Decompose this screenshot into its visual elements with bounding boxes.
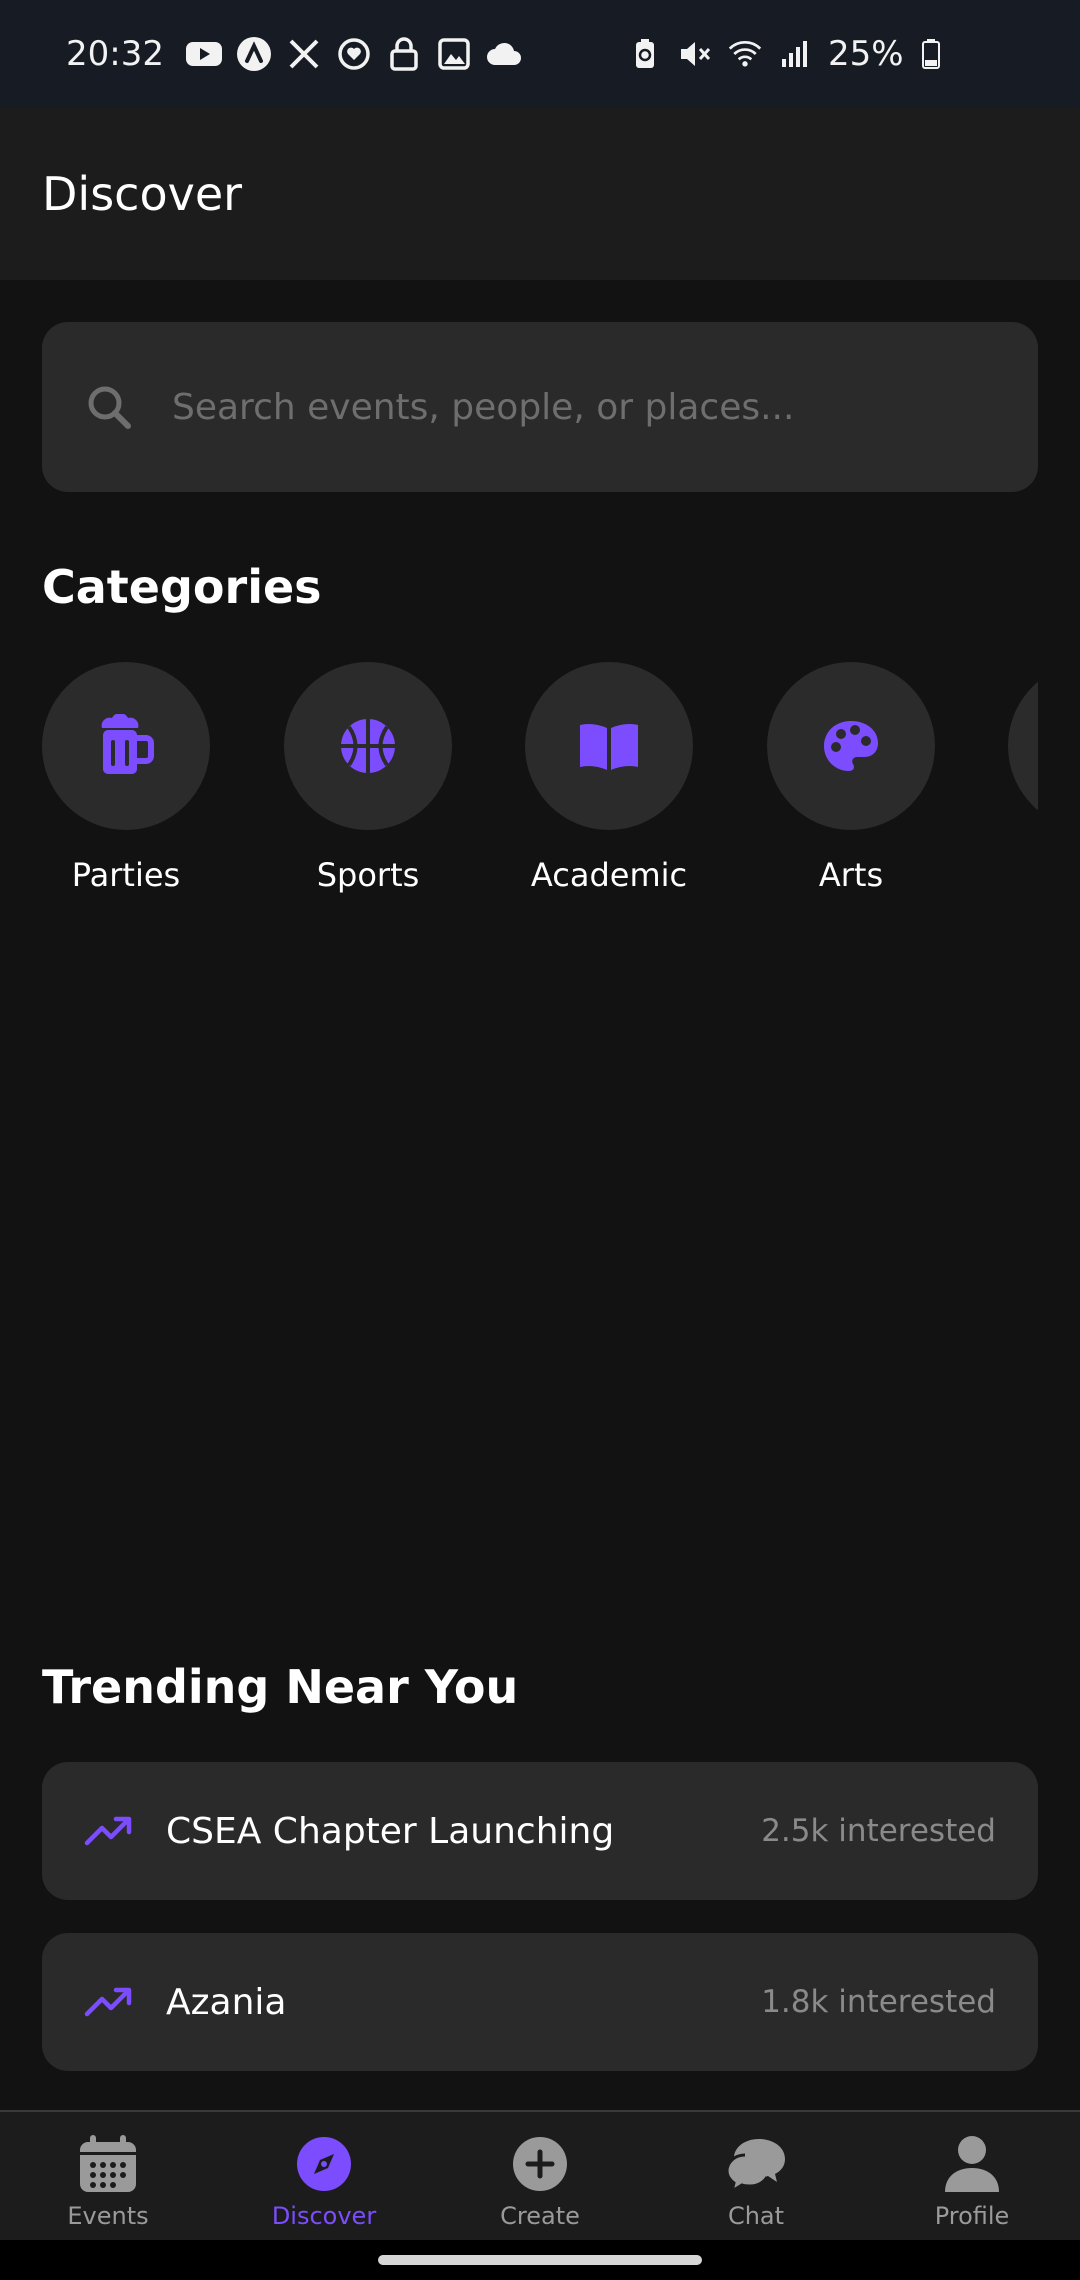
battery-icon	[920, 37, 942, 71]
status-right: 25%	[628, 34, 942, 74]
signal-icon	[778, 37, 812, 71]
status-bar: 20:32 25%	[0, 0, 1080, 108]
categories-title: Categories	[42, 560, 322, 614]
bottom-nav: Events Discover Create Chat Profile	[0, 2110, 1080, 2240]
nav-create[interactable]: Create	[432, 2112, 648, 2240]
status-time: 20:32	[66, 34, 164, 74]
search-bar[interactable]	[42, 322, 1038, 492]
calendar-icon	[76, 2132, 140, 2196]
category-label: Arts	[818, 856, 884, 894]
trending-up-icon	[84, 1986, 134, 2018]
category-academic[interactable]: Academic	[525, 662, 693, 894]
home-gesture-bar[interactable]	[378, 2255, 702, 2265]
nav-label: Events	[67, 2202, 149, 2230]
app-a-icon	[236, 36, 272, 72]
category-circle	[767, 662, 935, 830]
category-label: Academic	[530, 856, 688, 894]
compass-icon	[292, 2132, 356, 2196]
battery-saver-icon	[628, 37, 662, 71]
chat-icon	[724, 2132, 788, 2196]
nav-profile[interactable]: Profile	[864, 2112, 1080, 2240]
x-icon	[286, 36, 322, 72]
trending-item[interactable]: CSEA Chapter Launching 2.5k interested	[42, 1762, 1038, 1900]
palette-icon	[822, 719, 880, 773]
wifi-icon	[728, 37, 762, 71]
lock-icon	[386, 36, 422, 72]
beer-mug-icon	[98, 714, 154, 778]
category-circle	[284, 662, 452, 830]
search-icon	[86, 384, 132, 430]
nav-events[interactable]: Events	[0, 2112, 216, 2240]
trending-item-count: 1.8k interested	[761, 1984, 996, 2020]
image-icon	[436, 36, 472, 72]
trending-title: Trending Near You	[42, 1660, 519, 1714]
category-circle	[525, 662, 693, 830]
app-header: Discover	[0, 108, 1080, 280]
category-label: Parties	[71, 856, 181, 894]
user-icon	[940, 2132, 1004, 2196]
trending-item-name: CSEA Chapter Launching	[166, 1810, 615, 1852]
category-partial[interactable]	[1008, 662, 1038, 830]
category-arts[interactable]: Arts	[767, 662, 935, 894]
nav-discover[interactable]: Discover	[216, 2112, 432, 2240]
category-parties[interactable]: Parties	[42, 662, 210, 894]
plus-circle-icon	[508, 2132, 572, 2196]
trending-up-icon	[84, 1815, 134, 1847]
trending-item-name: Azania	[166, 1981, 287, 2023]
category-circle	[1008, 662, 1038, 830]
nav-label: Profile	[934, 2202, 1010, 2230]
mute-icon	[678, 37, 712, 71]
nav-label: Chat	[727, 2202, 785, 2230]
trending-item-count: 2.5k interested	[761, 1813, 996, 1849]
book-icon	[578, 721, 640, 771]
cloud-icon	[486, 36, 522, 72]
heart-badge-icon	[336, 36, 372, 72]
nav-chat[interactable]: Chat	[648, 2112, 864, 2240]
nav-label: Discover	[271, 2202, 377, 2230]
battery-percent: 25%	[828, 34, 904, 74]
category-sports[interactable]: Sports	[284, 662, 452, 894]
basketball-icon	[340, 718, 396, 774]
category-label: Sports	[316, 856, 420, 894]
categories-carousel[interactable]: Parties Sports Academic Arts	[42, 662, 1038, 902]
page-title: Discover	[42, 167, 243, 221]
status-left: 20:32	[66, 34, 522, 74]
search-input[interactable]	[172, 377, 972, 437]
youtube-icon	[185, 36, 222, 72]
nav-label: Create	[500, 2202, 580, 2230]
category-circle	[42, 662, 210, 830]
trending-item[interactable]: Azania 1.8k interested	[42, 1933, 1038, 2071]
